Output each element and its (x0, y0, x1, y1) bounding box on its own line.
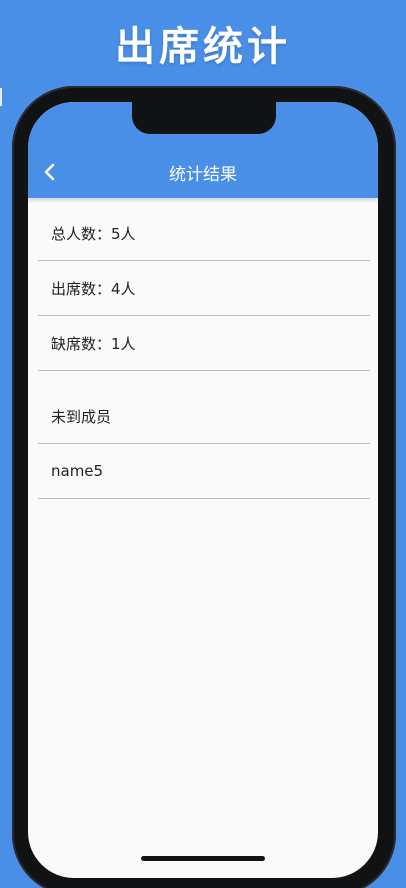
phone-screen: 统计结果 总人数：5人 出席数：4人 缺席数：1人 未到成员 name5 (28, 102, 378, 878)
promo-canvas: 出席统计 统计结果 总人数：5人 出席数：4人 缺席数：1人 未到成员 name… (0, 0, 406, 888)
absent-members-header: 未到成员 (38, 389, 370, 444)
absent-member-item: name5 (38, 444, 370, 499)
app-bar: 统计结果 (28, 102, 378, 198)
home-indicator (141, 856, 265, 861)
edge-mark (0, 88, 2, 106)
stats-list: 总人数：5人 出席数：4人 缺席数：1人 未到成员 name5 (38, 206, 370, 499)
absent-count-row: 缺席数：1人 (38, 316, 370, 371)
phone-notch (132, 102, 276, 134)
promo-title: 出席统计 (115, 23, 291, 70)
present-count-row: 出席数：4人 (38, 261, 370, 316)
total-count-row: 总人数：5人 (38, 206, 370, 261)
page-title: 统计结果 (169, 165, 237, 185)
